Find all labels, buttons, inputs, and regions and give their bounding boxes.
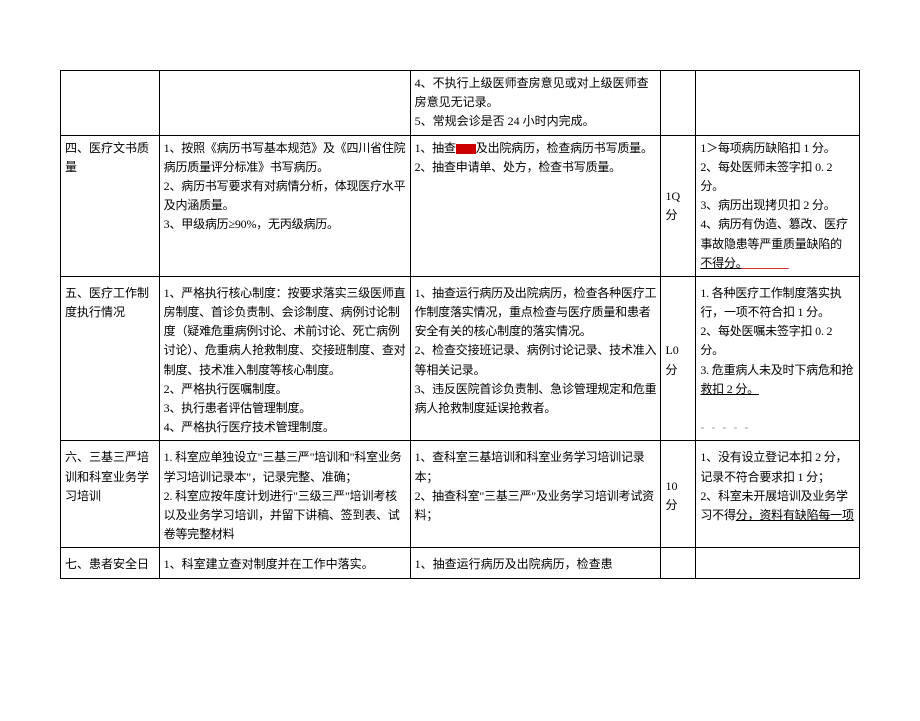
cell: 1、严格执行核心制度：按要求落实三级医师直房制度、首诊负责制、会诊制度、病例讨论… <box>159 281 410 441</box>
cell: 1、抽查运行病历及出院病历，检查各种医疗工作制度落实情况，重点检查与医疗质量和患… <box>410 281 661 441</box>
table-row: 七、患者安全日 1、科室建立查对制度并在工作中落实。 1、抽查运行病历及出院病历… <box>61 552 860 578</box>
cell: 1. 各种医疗工作制度落实执行，一项不符合扣 1 分。 2、每处医嘱未签字扣 0… <box>696 281 860 441</box>
section-title: 四、医疗文书质量 <box>61 135 159 276</box>
cell: 1、抽查运行病历及出院病历，检查患 <box>410 552 661 578</box>
underlined-text: 分，资料有缺陷每一项 <box>736 508 854 522</box>
redaction-icon <box>456 144 466 154</box>
underlined-text: 不得分。 <box>700 256 741 270</box>
cell: 1、查科室三基培训和科室业务学习培训记录本； 2、抽查科室"三基三严"及业务学习… <box>410 445 661 547</box>
cell: 1. 科室应单独设立"三基三严"培训和"科室业务学习培训记录本"，记录完整、准确… <box>159 445 410 547</box>
table-row: 五、医疗工作制度执行情况 1、严格执行核心制度：按要求落实三级医师直房制度、首诊… <box>61 281 860 441</box>
redaction-icon <box>466 144 476 154</box>
text: 1、抽查 <box>415 141 456 155</box>
cell: 1＞每项病历缺陷扣 1 分。 2、每处医师未签字扣 0. 2 分。 3、病历出现… <box>696 135 860 276</box>
table-row: 四、医疗文书质量 1、按照《病历书写基本规范》及《四川省住院病历质量评分标准》书… <box>61 135 860 276</box>
cell <box>696 552 860 578</box>
section-title: 六、三基三严培训和科室业务学习培训 <box>61 445 159 547</box>
table-row: 4、不执行上级医师查房意见或对上级医师查房意见无记录。 5、常规会诊是否 24 … <box>61 71 860 135</box>
cell: 1、没有设立登记本扣 2 分，记录不符合要求扣 1 分； 2、科室未开展培训及业… <box>696 445 860 547</box>
text: 1＞每项病历缺陷扣 1 分。 2、每处医师未签字扣 0. 2 分。 3、病历出现… <box>700 141 847 251</box>
cell: 4、不执行上级医师查房意见或对上级医师查房意见无记录。 5、常规会诊是否 24 … <box>410 71 661 135</box>
score-cell: 1Q 分 <box>661 135 696 276</box>
score-cell <box>661 552 696 578</box>
cell <box>159 71 410 135</box>
score-cell: L0 分 <box>661 281 696 441</box>
cell: 1、按照《病历书写基本规范》及《四川省住院病历质量评分标准》书写病历。 2、病历… <box>159 135 410 276</box>
underlined-text: 救扣 2 分。 <box>700 382 759 396</box>
cell <box>661 71 696 135</box>
score-cell: 10 分 <box>661 445 696 547</box>
text: 1. 各种医疗工作制度落实执行，一项不符合扣 1 分。 2、每处医嘱未签字扣 0… <box>700 286 853 377</box>
cell <box>696 71 860 135</box>
cell: 1、抽查及出院病历，检查病历书写质量。 2、抽查申请单、处方，检查书写质量。 <box>410 135 661 276</box>
dashes: - - - - - <box>700 420 750 434</box>
section-title: 五、医疗工作制度执行情况 <box>61 281 159 441</box>
table-row: 六、三基三严培训和科室业务学习培训 1. 科室应单独设立"三基三严"培训和"科室… <box>61 445 860 547</box>
section-title: 七、患者安全日 <box>61 552 159 578</box>
cell: 1、科室建立查对制度并在工作中落实。 <box>159 552 410 578</box>
cell <box>61 71 159 135</box>
